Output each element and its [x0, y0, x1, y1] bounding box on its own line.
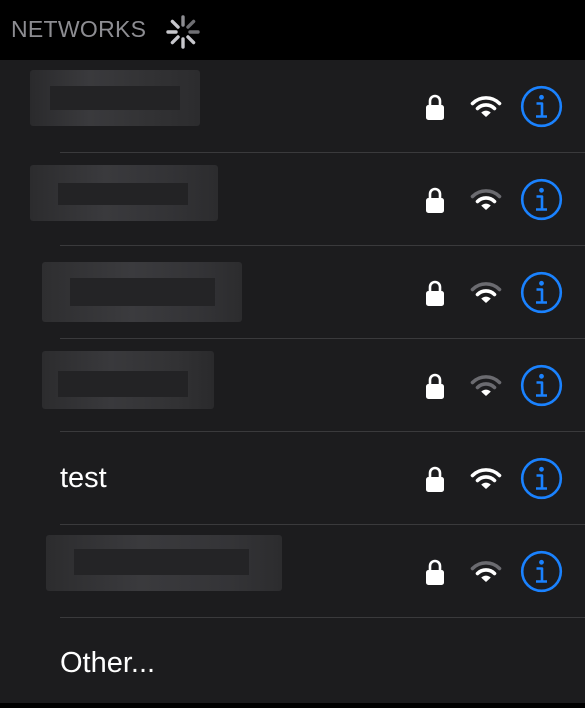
- loading-spinner-icon: [166, 15, 200, 49]
- obscured-network-name: [30, 70, 200, 126]
- networks-section-title: NETWORKS: [11, 16, 147, 42]
- obscured-network-name: [42, 351, 214, 409]
- obscured-network-name: [46, 535, 282, 591]
- network-row[interactable]: [0, 525, 585, 618]
- wifi-icon: [470, 375, 502, 396]
- network-list: test Other...: [0, 60, 585, 703]
- info-icon[interactable]: [520, 271, 563, 314]
- info-icon[interactable]: [520, 178, 563, 221]
- info-icon[interactable]: [520, 550, 563, 593]
- networks-header: NETWORKS: [0, 0, 585, 60]
- obscured-network-name: [30, 165, 218, 221]
- lock-icon: [426, 94, 444, 120]
- info-icon[interactable]: [520, 85, 563, 128]
- info-icon[interactable]: [520, 457, 563, 500]
- wifi-icon: [470, 96, 502, 117]
- obscured-network-name: [42, 262, 242, 322]
- other-network-row[interactable]: Other...: [0, 618, 585, 708]
- network-row[interactable]: [0, 246, 585, 339]
- network-row[interactable]: [0, 153, 585, 246]
- lock-icon: [426, 373, 444, 399]
- other-network-label: Other...: [60, 647, 156, 679]
- wifi-icon: [470, 189, 502, 210]
- lock-icon: [426, 187, 444, 213]
- lock-icon: [426, 280, 444, 306]
- network-row[interactable]: [0, 60, 585, 153]
- lock-icon: [426, 559, 444, 585]
- network-row[interactable]: [0, 339, 585, 432]
- network-name: test: [60, 462, 107, 494]
- wifi-icon: [470, 561, 502, 582]
- network-row[interactable]: test: [0, 432, 585, 525]
- wifi-icon: [470, 468, 502, 489]
- wifi-icon: [470, 282, 502, 303]
- info-icon[interactable]: [520, 364, 563, 407]
- lock-icon: [426, 466, 444, 492]
